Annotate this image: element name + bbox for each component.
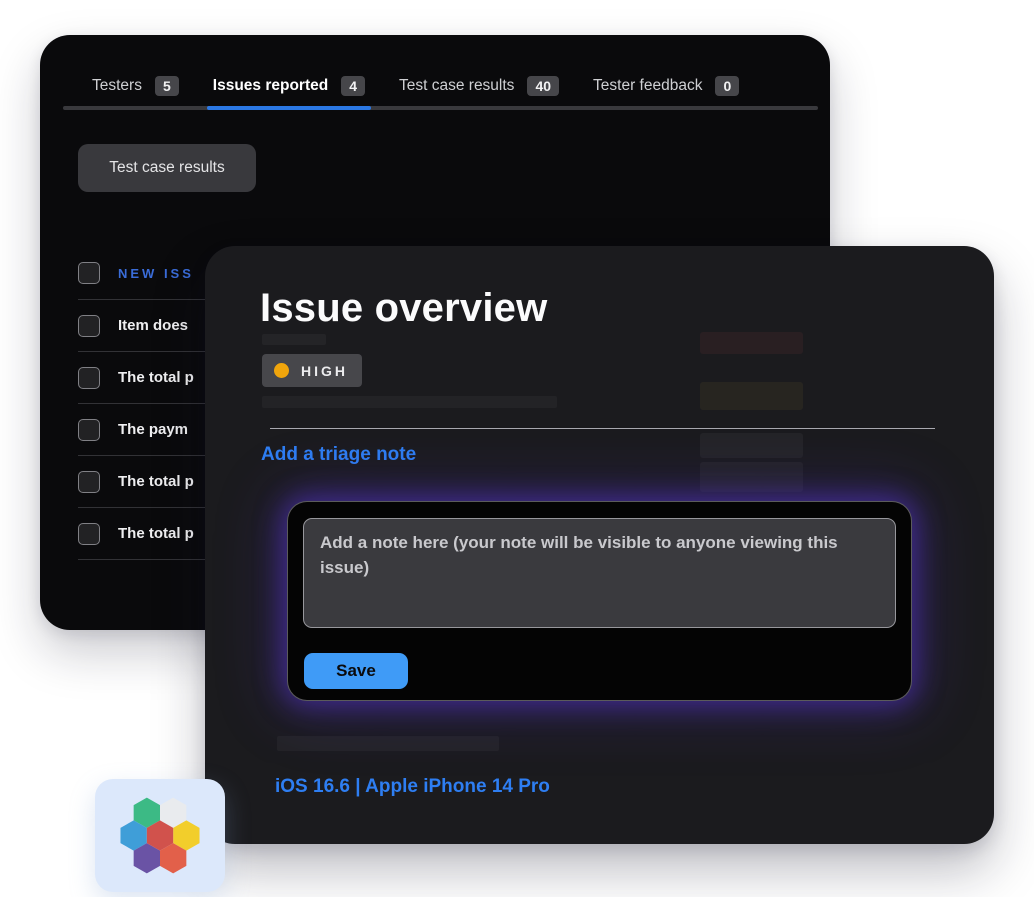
tab-label: Testers [92, 77, 142, 95]
triage-note-input[interactable] [303, 518, 896, 628]
issue-title: Item does [118, 317, 188, 334]
issue-overview-modal: Issue overview HIGH Add a triage note Sa… [205, 246, 994, 844]
severity-label: HIGH [301, 363, 348, 379]
count-badge: 5 [155, 76, 179, 96]
triage-note-card: Save [287, 501, 912, 701]
save-button[interactable]: Save [304, 653, 408, 689]
ghost-skeleton-box [700, 462, 803, 492]
tab-label: Tester feedback [593, 77, 702, 95]
tab-test-case-results[interactable]: Test case results 40 [399, 68, 559, 104]
row-checkbox[interactable] [78, 523, 100, 545]
count-badge: 40 [527, 76, 559, 96]
ghost-skeleton-box [700, 433, 803, 458]
row-checkbox[interactable] [78, 367, 100, 389]
section-divider [270, 428, 935, 429]
test-case-results-filter-button[interactable]: Test case results [78, 144, 256, 192]
hexagon-cubes-logo-icon [112, 786, 208, 885]
page: Testers 5 Issues reported 4 Test case re… [0, 0, 1034, 897]
issue-title: The paym [118, 421, 188, 438]
select-all-checkbox[interactable] [78, 262, 100, 284]
severity-dot-icon [274, 363, 289, 378]
tab-testers[interactable]: Testers 5 [92, 68, 179, 104]
issue-list-header-label: NEW ISS [118, 266, 194, 281]
tab-label: Issues reported [213, 77, 328, 95]
ghost-text-line [262, 334, 326, 345]
ghost-skeleton-box [700, 382, 803, 410]
device-info-link[interactable]: iOS 16.6 | Apple iPhone 14 Pro [275, 776, 550, 798]
severity-badge: HIGH [262, 354, 362, 387]
count-badge: 0 [715, 76, 739, 96]
page-title: Issue overview [260, 286, 547, 331]
tab-issues-reported[interactable]: Issues reported 4 [213, 68, 365, 104]
count-badge: 4 [341, 76, 365, 96]
issue-title: The total p [118, 369, 194, 386]
app-logo-tile [95, 779, 225, 892]
ghost-text-line [262, 396, 557, 408]
ghost-skeleton-box [700, 332, 803, 354]
ghost-text-line [277, 736, 499, 751]
row-checkbox[interactable] [78, 471, 100, 493]
issue-title: The total p [118, 525, 194, 542]
tab-tester-feedback[interactable]: Tester feedback 0 [593, 68, 739, 104]
tab-bar: Testers 5 Issues reported 4 Test case re… [92, 68, 739, 104]
tab-label: Test case results [399, 77, 514, 95]
issue-title: The total p [118, 473, 194, 490]
triage-note-heading: Add a triage note [261, 444, 416, 466]
row-checkbox[interactable] [78, 419, 100, 441]
tab-bar-divider [63, 106, 818, 110]
row-checkbox[interactable] [78, 315, 100, 337]
